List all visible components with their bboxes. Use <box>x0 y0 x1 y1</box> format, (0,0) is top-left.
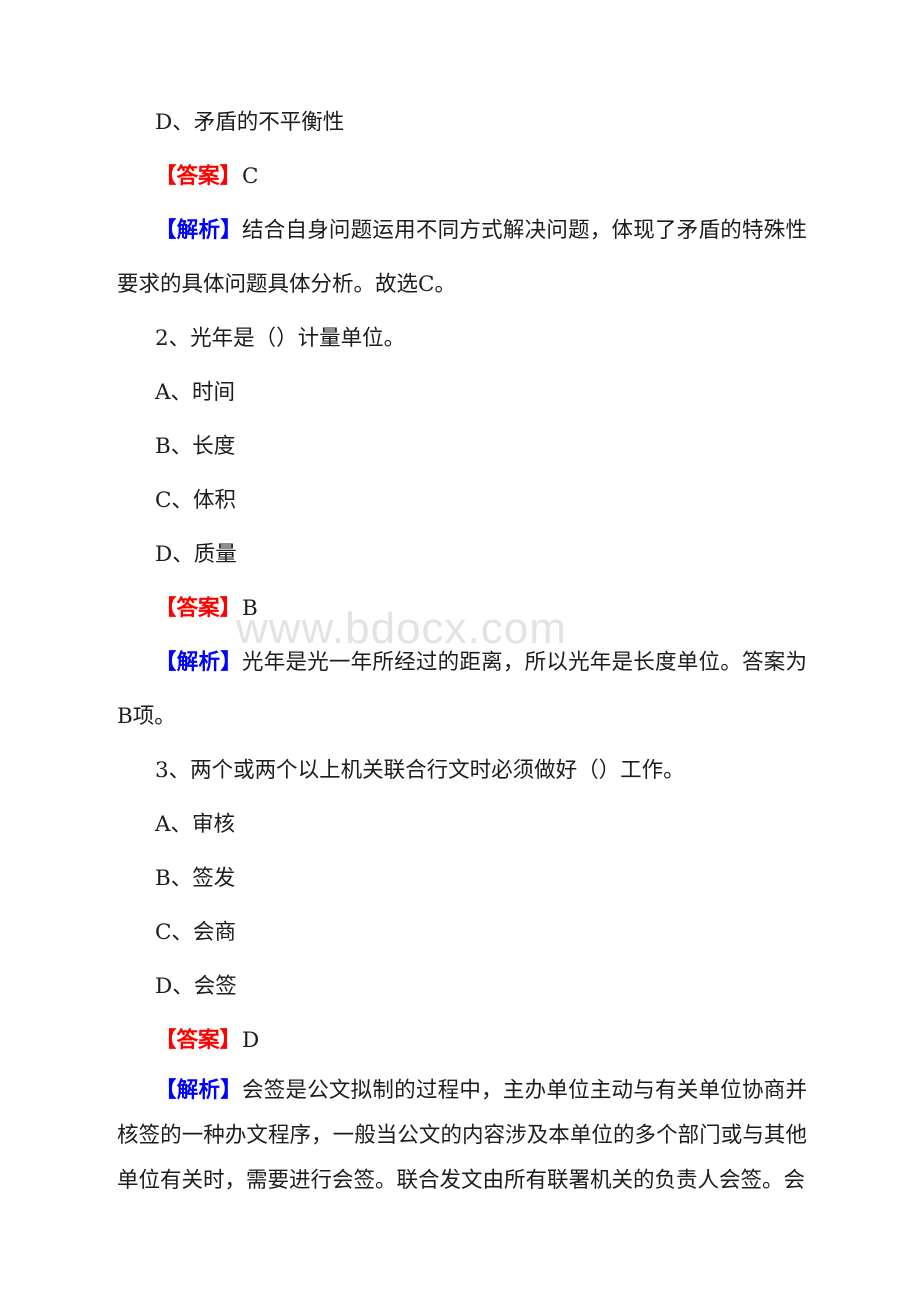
question-1-answer: 【答案】C <box>117 150 807 204</box>
document-body: D、矛盾的不平衡性 【答案】C 【解析】结合自身问题运用不同方式解决问题，体现了… <box>117 96 807 1203</box>
question-2-answer-value: B <box>242 596 258 621</box>
question-2-option-d: D、质量 <box>155 542 237 567</box>
question-3-answer: 【答案】D <box>117 1014 807 1068</box>
question-2-option-b: B、长度 <box>155 434 236 459</box>
question-2-option-c: C、体积 <box>155 488 236 513</box>
analysis-label: 【解析】 <box>155 218 242 243</box>
question-2-stem: 2、光年是（）计量单位。 <box>155 326 406 351</box>
question-2-analysis: 【解析】光年是光一年所经过的距离，所以光年是长度单位。答案为B项。 <box>117 636 807 744</box>
question-1-answer-value: C <box>242 164 259 189</box>
question-3-option-d: D、会签 <box>155 974 237 999</box>
question-3-answer-value: D <box>242 1028 260 1053</box>
question-1-analysis: 【解析】结合自身问题运用不同方式解决问题，体现了矛盾的特殊性要求的具体问题具体分… <box>117 204 807 312</box>
question-3-analysis: 【解析】会签是公文拟制的过程中，主办单位主动与有关单位协商并核签的一种办文程序，… <box>117 1068 807 1203</box>
answer-label: 【答案】 <box>155 596 242 621</box>
document-page: www.bdocx.com D、矛盾的不平衡性 【答案】C 【解析】结合自身问题… <box>0 0 920 1302</box>
question-3-option-a: A、审核 <box>155 812 236 837</box>
analysis-label: 【解析】 <box>155 1078 242 1103</box>
question-2-option-a: A、时间 <box>155 380 236 405</box>
question-3-option-c: C、会商 <box>155 920 236 945</box>
question-2-answer: 【答案】B <box>117 582 807 636</box>
question-3-stem: 3、两个或两个以上机关联合行文时必须做好（）工作。 <box>155 758 685 783</box>
question-3-option-b: B、签发 <box>155 866 236 891</box>
analysis-label: 【解析】 <box>155 650 242 675</box>
answer-label: 【答案】 <box>155 1028 242 1053</box>
answer-label: 【答案】 <box>155 164 242 189</box>
question-1-option-d: D、矛盾的不平衡性 <box>155 110 345 135</box>
